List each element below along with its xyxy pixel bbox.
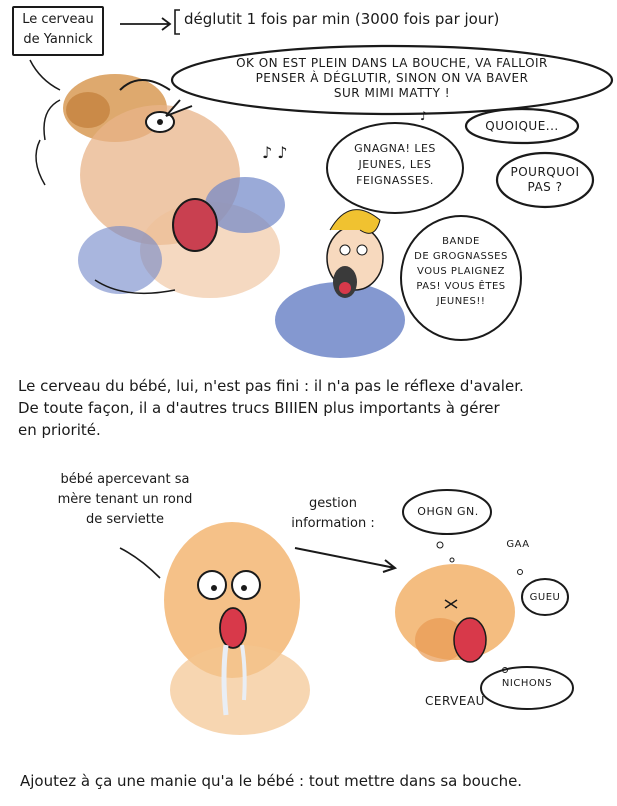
narration-1-line-2: De toute façon, il a d'autres trucs BIII… xyxy=(18,399,500,417)
pourquoi-line-1: POURQUOI xyxy=(510,165,580,179)
gnagna-line-3: FEIGNASSES. xyxy=(356,174,434,187)
narration-1-line-1: Le cerveau du bébé, lui, n'est pas fini … xyxy=(18,377,524,395)
bande-line-2: DE GROGNASSES xyxy=(414,251,508,262)
baby-caption-line-1: bébé apercevant sa xyxy=(60,472,190,487)
bande-line-3: VOUS PLAIGNEZ xyxy=(417,266,505,277)
narration-2: Ajoutez à ça une manie qu'a le bébé : to… xyxy=(20,772,523,790)
bande-line-4: PAS! VOUS ÊTES xyxy=(416,281,506,292)
baby-caption: bébé apercevant sa mère tenant un rond d… xyxy=(40,470,210,530)
main-speech-line-1: OK ON EST PLEIN DANS LA BOUCHE, VA FALLO… xyxy=(236,56,548,70)
svg-text:♪: ♪ xyxy=(420,109,428,123)
gestion-information-label: gestion information : xyxy=(278,494,388,534)
gnagna-line-2: JEUNES, LES xyxy=(358,158,432,171)
thought-bande: BANDE DE GROGNASSES VOUS PLAIGNEZ PAS! V… xyxy=(406,234,516,309)
yannick-brain-illustration xyxy=(35,74,285,298)
narration-1-line-3: en priorité. xyxy=(18,421,101,439)
label-line-2: de Yannick xyxy=(23,32,93,47)
svg-text:♪ ♪: ♪ ♪ xyxy=(262,143,288,162)
baby-brain-illustration xyxy=(395,564,515,663)
bande-line-5: JEUNES!! xyxy=(436,296,486,307)
main-speech-line-2: PENSER À DÉGLUTIR, SINON ON VA BAVER xyxy=(255,71,529,85)
thought-ohgn: OHGN GN. xyxy=(417,505,479,518)
thought-nichons: NICHONS xyxy=(501,678,553,689)
main-speech-line-3: SUR MIMI MATTY ! xyxy=(333,86,451,100)
thought-gaa: GAA xyxy=(506,539,530,550)
label-line-1: Le cerveau xyxy=(22,12,94,27)
swallow-frequency-note: déglutit 1 fois par min (3000 fois par j… xyxy=(184,10,500,28)
speech-pourquoi: POURQUOI PAS ? xyxy=(500,165,590,195)
gnagna-line-1: GNAGNA! LES xyxy=(354,142,436,155)
baby-illustration xyxy=(164,522,310,735)
bande-line-1: BANDE xyxy=(442,236,480,247)
brain-name-label: Le cerveau de Yannick xyxy=(12,6,104,56)
old-man-illustration xyxy=(275,209,405,358)
speech-quoique: QUOIQUE... xyxy=(485,119,559,133)
main-speech-text: OK ON EST PLEIN DANS LA BOUCHE, VA FALLO… xyxy=(180,56,604,101)
cerveau-label: CERVEAU xyxy=(425,694,485,708)
narration-1: Le cerveau du bébé, lui, n'est pas fini … xyxy=(18,375,608,441)
gestion-line-2: information : xyxy=(291,516,375,531)
gestion-line-1: gestion xyxy=(309,496,357,511)
baby-caption-line-3: de serviette xyxy=(86,512,164,527)
pourquoi-line-2: PAS ? xyxy=(527,180,563,194)
thought-gnagna: GNAGNA! LES JEUNES, LES FEIGNASSES. xyxy=(335,141,455,189)
baby-caption-line-2: mère tenant un rond xyxy=(57,492,193,507)
thought-gueu: GUEU xyxy=(529,592,561,603)
